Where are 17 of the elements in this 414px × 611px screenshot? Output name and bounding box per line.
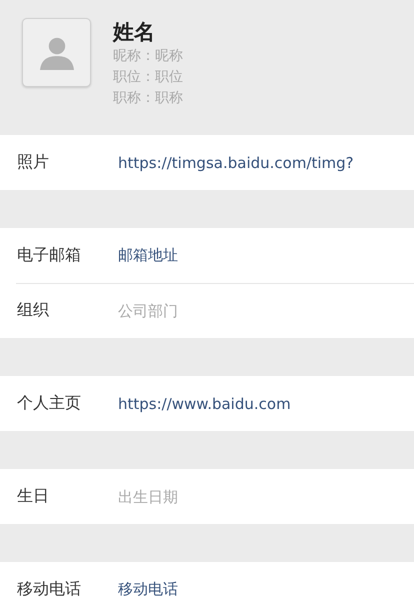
input-field[interactable]: 邮箱地址 (118, 246, 398, 264)
field-label: 移动电话 (17, 579, 82, 600)
avatar-icon (22, 18, 91, 87)
field-label: 照片 (17, 152, 50, 173)
input-field[interactable]: 出生日期 (118, 488, 398, 506)
field-label: 生日 (17, 486, 50, 507)
input-field[interactable]: https://www.baidu.com (118, 394, 398, 412)
field-label: 个人主页 (17, 393, 82, 414)
profile-detail: 昵称：昵称 (113, 47, 183, 66)
profile-detail: 职位：职位 (113, 68, 183, 87)
profile-name: 姓名 (113, 19, 156, 46)
field-label: 组织 (17, 300, 50, 321)
input-field[interactable]: 移动电话 (118, 580, 398, 598)
profile-detail: 职称：职称 (113, 89, 183, 108)
field-label: 电子邮箱 (17, 245, 82, 266)
input-field[interactable]: https://timgsa.baidu.com/timg? (118, 154, 398, 172)
input-field[interactable]: 公司部门 (118, 302, 398, 320)
